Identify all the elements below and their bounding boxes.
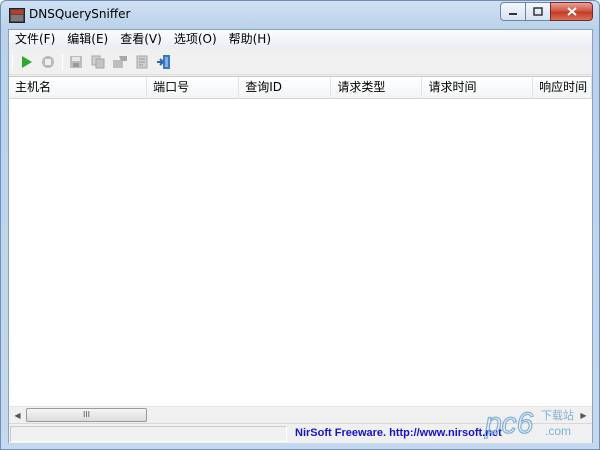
export-icon: [113, 56, 127, 68]
toolbar: [9, 49, 592, 75]
logo-site-text: 下载站: [541, 408, 574, 422]
minimize-button[interactable]: [500, 2, 526, 21]
query-list[interactable]: 主机名 端口号 查询ID 请求类型 请求时间 响应时间: [9, 76, 592, 406]
save-button[interactable]: [67, 53, 85, 71]
logo-text: pc6: [484, 407, 534, 439]
menu-help[interactable]: 帮助(H): [223, 30, 277, 49]
watermark-logo: pc6 下载站 .com: [483, 405, 593, 440]
minimize-icon: [509, 12, 517, 15]
title-bar[interactable]: DNSQuerySniffer: [1, 1, 599, 29]
list-header: 主机名 端口号 查询ID 请求类型 请求时间 响应时间: [9, 77, 592, 99]
maximize-icon: [533, 7, 543, 16]
scroll-left-arrow-icon[interactable]: ◀: [9, 407, 26, 424]
logo-domain-text: .com: [545, 424, 571, 438]
maximize-button[interactable]: [525, 2, 551, 21]
toolbar-separator: [62, 54, 63, 70]
menu-bar: 文件(F) 编辑(E) 查看(V) 选项(O) 帮助(H): [9, 30, 592, 49]
nirsoft-link[interactable]: NirSoft Freeware. http://www.nirsoft.net: [295, 427, 502, 439]
app-window: DNSQuerySniffer 文件(F) 编辑(E) 查看(V) 选项(O) …: [0, 0, 600, 450]
save-icon: [70, 56, 82, 68]
client-area: 文件(F) 编辑(E) 查看(V) 选项(O) 帮助(H) 主机名 端口号 查询…: [8, 29, 593, 443]
menu-options[interactable]: 选项(O): [168, 30, 223, 49]
play-icon: [22, 56, 32, 68]
close-button[interactable]: [550, 2, 593, 21]
scroll-thumb[interactable]: III: [26, 408, 147, 422]
start-capture-button[interactable]: [17, 53, 35, 71]
properties-button[interactable]: [133, 53, 151, 71]
column-header-hostname[interactable]: 主机名: [9, 77, 148, 99]
column-header-request-type[interactable]: 请求类型: [331, 77, 423, 99]
exit-button[interactable]: [155, 53, 173, 71]
column-header-port[interactable]: 端口号: [147, 77, 240, 99]
copy-button[interactable]: [89, 53, 107, 71]
stop-icon: [42, 56, 54, 68]
menu-view[interactable]: 查看(V): [114, 30, 168, 49]
column-header-response-time[interactable]: 响应时间: [533, 77, 592, 99]
window-title: DNSQuerySniffer: [29, 7, 131, 21]
exit-icon: [157, 55, 170, 69]
caption-buttons: [500, 2, 593, 21]
menu-edit[interactable]: 编辑(E): [61, 30, 114, 49]
app-icon: [9, 8, 25, 23]
pc6-logo-icon: pc6 下载站 .com: [483, 406, 574, 440]
column-header-query-id[interactable]: 查询ID: [239, 77, 332, 99]
column-header-request-time[interactable]: 请求时间: [422, 77, 534, 99]
properties-icon: [136, 55, 148, 69]
toolbar-separator: [12, 54, 13, 70]
close-icon: [566, 7, 577, 16]
export-button[interactable]: [111, 53, 129, 71]
status-panel: [10, 426, 287, 442]
copy-icon: [91, 55, 105, 69]
stop-capture-button[interactable]: [39, 53, 57, 71]
menu-file[interactable]: 文件(F): [9, 30, 61, 49]
